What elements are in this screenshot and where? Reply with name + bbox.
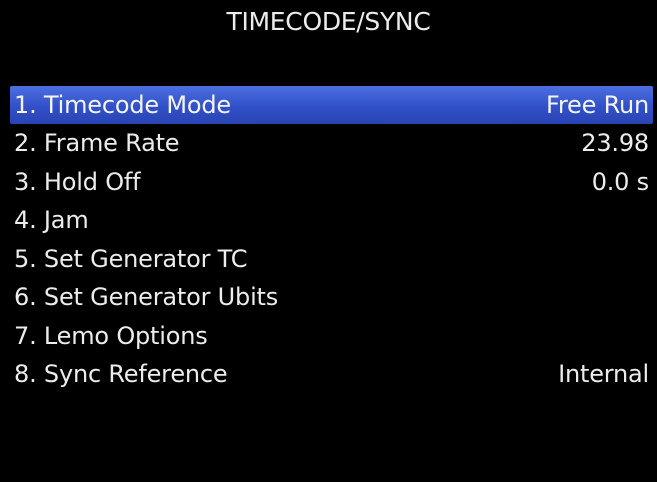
menu-item-label: 6. Set Generator Ubits (14, 283, 279, 312)
menu-item-label: 1. Timecode Mode (14, 91, 231, 119)
menu-item-label: 8. Sync Reference (14, 360, 228, 389)
menu-item-label: 5. Set Generator TC (14, 244, 248, 273)
menu-item-value: Free Run (546, 91, 649, 119)
menu-item-label: 4. Jam (14, 206, 89, 235)
menu-item-value: Internal (558, 360, 649, 389)
page-title: TIMECODE/SYNC (226, 7, 431, 36)
menu-item-value: 23.98 (581, 129, 649, 158)
menu-item-hold-off[interactable]: 3. Hold Off 0.0 s (10, 163, 653, 202)
menu-item-label: 7. Lemo Options (14, 321, 208, 350)
menu-item-lemo-options[interactable]: 7. Lemo Options (10, 317, 653, 356)
settings-menu: 1. Timecode Mode Free Run 2. Frame Rate … (10, 86, 653, 394)
menu-item-label: 2. Frame Rate (14, 129, 180, 158)
menu-item-value: 0.0 s (591, 167, 650, 196)
menu-item-sync-reference[interactable]: 8. Sync Reference Internal (10, 355, 653, 394)
menu-item-timecode-mode[interactable]: 1. Timecode Mode Free Run (10, 86, 653, 124)
timecode-sync-screen: TIMECODE/SYNC 1. Timecode Mode Free Run … (0, 0, 657, 482)
menu-item-label: 3. Hold Off (14, 167, 141, 196)
menu-item-set-generator-ubits[interactable]: 6. Set Generator Ubits (10, 278, 653, 317)
menu-item-set-generator-tc[interactable]: 5. Set Generator TC (10, 240, 653, 279)
menu-item-frame-rate[interactable]: 2. Frame Rate 23.98 (10, 124, 653, 163)
menu-item-jam[interactable]: 4. Jam (10, 201, 653, 240)
